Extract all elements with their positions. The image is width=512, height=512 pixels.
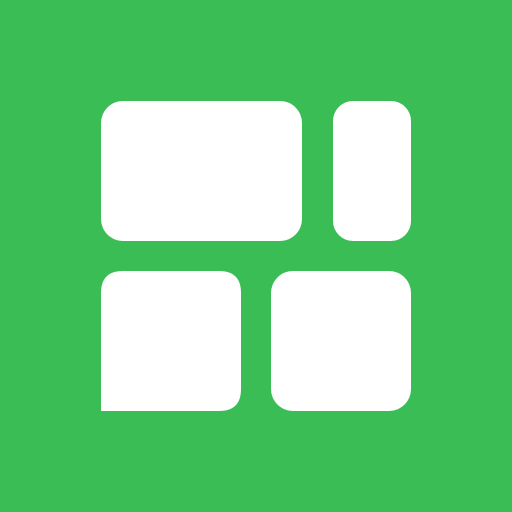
tall-tile [333,101,411,241]
square-tile [271,271,411,411]
icon-background [0,0,512,512]
wide-tile [101,101,302,241]
app-icon [0,0,512,512]
speech-bubble-tile [101,271,241,411]
widget-grid-icon [0,0,512,512]
